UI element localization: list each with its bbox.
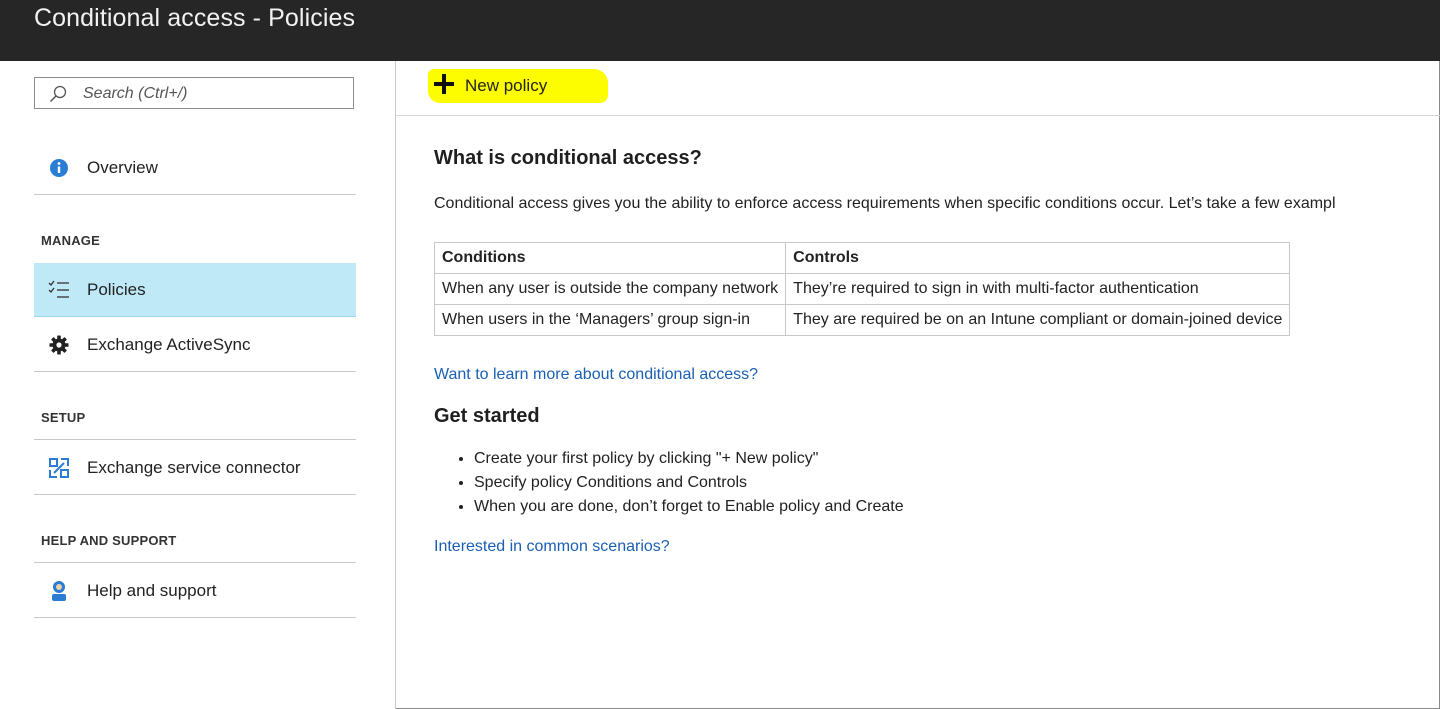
- steps-list: Create your first policy by clicking "+ …: [454, 447, 904, 519]
- table-row: When users in the ‘Managers’ group sign-…: [433, 304, 1291, 336]
- list-item: When you are done, don’t forget to Enabl…: [474, 495, 904, 519]
- table-header: Controls: [785, 242, 1291, 274]
- sidebar-item-exchange-connector[interactable]: Exchange service connector: [34, 441, 356, 495]
- conditions-table: Conditions Controls When any user is out…: [433, 242, 1291, 336]
- get-started-heading: Get started: [434, 405, 540, 427]
- sidebar-item-help[interactable]: Help and support: [34, 564, 356, 618]
- section-header-setup: SETUP: [41, 410, 86, 425]
- plus-icon: [433, 73, 455, 100]
- info-icon: [48, 157, 70, 179]
- section-header-manage: MANAGE: [41, 233, 100, 248]
- common-scenarios-link[interactable]: Interested in common scenarios?: [434, 538, 670, 556]
- sidebar-item-label: Exchange ActiveSync: [87, 334, 251, 354]
- table-row: When any user is outside the company net…: [433, 273, 1291, 305]
- sidebar-item-label: Help and support: [87, 580, 217, 600]
- table-cell: When users in the ‘Managers’ group sign-…: [433, 304, 787, 336]
- search-icon: [49, 85, 67, 103]
- list-item: Create your first policy by clicking "+ …: [474, 447, 904, 471]
- table-cell: When any user is outside the company net…: [433, 273, 787, 305]
- table-cell: They are required be on an Intune compli…: [785, 304, 1291, 336]
- sidebar-item-policies[interactable]: Policies: [34, 263, 356, 317]
- intro-text: Conditional access gives you the ability…: [434, 195, 1336, 212]
- section-header-help: HELP AND SUPPORT: [41, 533, 177, 548]
- sidebar: Overview MANAGE Policies: [0, 61, 396, 709]
- search-input[interactable]: [81, 81, 345, 107]
- title-bar: Conditional access - Policies: [0, 0, 1440, 61]
- new-policy-label: New policy: [465, 76, 548, 95]
- divider: [34, 562, 356, 563]
- support-person-icon: [48, 580, 70, 602]
- new-policy-button[interactable]: New policy: [428, 69, 608, 103]
- table-header-row: Conditions Controls: [433, 242, 1291, 274]
- main-content: New policy What is conditional access? C…: [396, 61, 1440, 709]
- exchange-connector-icon: [48, 457, 70, 479]
- gear-icon: [48, 334, 70, 356]
- table-cell: They’re required to sign in with multi-f…: [785, 273, 1291, 305]
- sidebar-item-overview[interactable]: Overview: [34, 141, 356, 195]
- search-box[interactable]: [34, 77, 354, 109]
- table-header: Conditions: [433, 242, 787, 274]
- divider: [34, 439, 356, 440]
- sidebar-item-activesync[interactable]: Exchange ActiveSync: [34, 318, 356, 372]
- sidebar-item-label: Policies: [87, 279, 146, 299]
- learn-more-link[interactable]: Want to learn more about conditional acc…: [434, 366, 758, 384]
- section-heading: What is conditional access?: [434, 147, 702, 169]
- checklist-icon: [48, 279, 70, 301]
- list-item: Specify policy Conditions and Controls: [474, 471, 904, 495]
- page-title: Conditional access - Policies: [34, 4, 356, 32]
- command-bar: New policy: [396, 61, 1440, 116]
- sidebar-item-label: Exchange service connector: [87, 457, 301, 477]
- sidebar-item-label: Overview: [87, 157, 158, 177]
